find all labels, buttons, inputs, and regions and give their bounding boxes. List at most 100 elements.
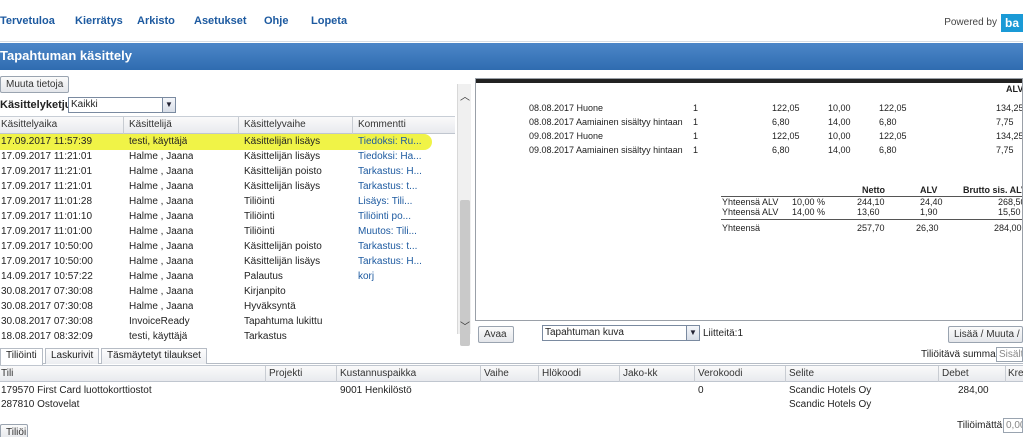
doc-line-cell: 08.08.2017 Aamiainen sisältyy hintaan: [529, 117, 683, 127]
row-phase: Tapahtuma lukittu: [244, 316, 323, 327]
row-comment[interactable]: korj: [358, 271, 456, 282]
history-row[interactable]: 17.09.2017 11:01:00 Halme , Jaana Tiliöint…: [0, 225, 455, 240]
totals-header-netto: Netto: [862, 185, 885, 195]
col-header-project[interactable]: Projekti: [269, 368, 302, 379]
col-header-comment[interactable]: Kommentti: [358, 119, 406, 130]
history-row[interactable]: 17.09.2017 11:21:01 Halme , Jaana Käsittel…: [0, 150, 455, 165]
nav-ohje[interactable]: Ohje: [264, 15, 288, 27]
row-handler: Halme , Jaana: [129, 286, 194, 297]
chevron-down-icon[interactable]: ▼: [686, 326, 699, 340]
vat-row-cell: Yhteensä ALV: [722, 207, 779, 217]
vat-row-cell: Yhteensä ALV: [722, 197, 779, 207]
row-phase: Käsittelijän lisäys: [244, 136, 321, 147]
posting-cell: 179570 First Card luottokorttiostot: [1, 385, 152, 396]
col-header-time[interactable]: Käsittelyaika: [1, 119, 57, 130]
col-header-tax-code[interactable]: Verokoodi: [698, 368, 742, 379]
row-handler: Halme , Jaana: [129, 226, 194, 237]
row-comment[interactable]: Tarkastus: t...: [358, 181, 456, 192]
unposted-input[interactable]: 0,00: [1003, 418, 1023, 433]
history-grid-header: Käsittelyaika Käsittelijä Käsittelyvaihe…: [0, 117, 455, 134]
posting-cell: 0: [698, 385, 704, 396]
row-time: 17.09.2017 11:01:10: [1, 211, 93, 222]
page-title-bar: Tapahtuman käsittely: [0, 43, 1023, 70]
row-handler: testi, käyttäjä: [129, 136, 188, 147]
nav-arkisto[interactable]: Arkisto: [137, 15, 175, 27]
history-row[interactable]: 17.09.2017 10:50:00 Halme , Jaana Käsittel…: [0, 255, 455, 270]
history-row[interactable]: 17.09.2017 10:50:00 Halme , Jaana Käsittel…: [0, 240, 455, 255]
history-row[interactable]: 14.09.2017 10:57:22 Halme , Jaana Palautus…: [0, 270, 455, 285]
col-header-phase[interactable]: Vaihe: [484, 368, 509, 379]
row-comment[interactable]: Muutos: Tili...: [358, 226, 456, 237]
history-row[interactable]: 17.09.2017 11:01:10 Halme , Jaana Tiliöint…: [0, 210, 455, 225]
col-header-person-code[interactable]: Hlökoodi: [542, 368, 581, 379]
history-scrollbar[interactable]: ︿ ﹀: [457, 84, 472, 346]
nav-kierratys[interactable]: Kierrätys: [75, 15, 123, 27]
row-phase: Palautus: [244, 271, 283, 282]
doc-line-cell: 6,80: [879, 117, 897, 127]
doc-header-alv: ALV: [1006, 84, 1023, 94]
col-header-handler[interactable]: Käsittelijä: [129, 119, 172, 130]
history-row[interactable]: 17.09.2017 11:21:01 Halme , Jaana Käsittel…: [0, 165, 455, 180]
row-comment[interactable]: Tiliöinti po...: [358, 211, 456, 222]
row-handler: Halme , Jaana: [129, 256, 194, 267]
tab-laskurivit[interactable]: Laskurivit: [45, 348, 100, 364]
edit-details-button[interactable]: Muuta tietoja: [0, 76, 70, 93]
col-header-phase[interactable]: Käsittelyvaihe: [244, 119, 306, 130]
chevron-up-icon[interactable]: ︿: [458, 88, 472, 103]
history-row[interactable]: 18.08.2017 08:32:09 testi, käyttäjä Tarkas…: [0, 330, 455, 345]
tab-tasmaytetyt-tilaukset[interactable]: Täsmäytetyt tilaukset: [101, 348, 207, 364]
vat-row-cell: 24,40: [920, 197, 943, 207]
row-time: 17.09.2017 10:50:00: [1, 256, 93, 267]
col-header-split-month[interactable]: Jako-kk: [623, 368, 657, 379]
row-comment[interactable]: Lisäys: Tili...: [358, 196, 456, 207]
history-row[interactable]: 30.08.2017 07:30:08 InvoiceReady Tapahtuma…: [0, 315, 455, 330]
vat-row-cell: 13,60: [857, 207, 880, 217]
row-comment[interactable]: Tarkastus: H...: [358, 166, 456, 177]
sum-input[interactable]: Sisältä: [996, 347, 1023, 362]
history-row[interactable]: 17.09.2017 11:57:39 testi, käyttäjä Käsitt…: [0, 135, 455, 150]
col-header-cost-center[interactable]: Kustannuspaikka: [340, 368, 416, 379]
vat-row-cell: 1,90: [920, 207, 938, 217]
row-handler: Halme , Jaana: [129, 211, 194, 222]
history-row[interactable]: 30.08.2017 07:30:08 Halme , Jaana Kirjanpi…: [0, 285, 455, 300]
col-header-debit[interactable]: Debet: [942, 368, 969, 379]
row-phase: Käsittelijän poisto: [244, 241, 322, 252]
row-phase: Kirjanpito: [244, 286, 286, 297]
history-row[interactable]: 17.09.2017 11:21:01 Halme , Jaana Käsittel…: [0, 180, 455, 195]
nav-lopeta[interactable]: Lopeta: [311, 15, 347, 27]
doc-line-cell: 1: [693, 117, 699, 127]
nav-asetukset[interactable]: Asetukset: [194, 15, 247, 27]
vat-row-cell: 244,10: [857, 197, 885, 207]
nav-tervetuloa[interactable]: Tervetuloa: [0, 15, 55, 27]
post-button[interactable]: Tiliöi: [0, 424, 28, 437]
row-time: 30.08.2017 07:30:08: [1, 316, 93, 327]
history-row[interactable]: 17.09.2017 11:01:28 Halme , Jaana Tiliöint…: [0, 195, 455, 210]
doc-line-cell: 1: [693, 131, 699, 141]
open-document-button[interactable]: Avaa: [478, 326, 514, 343]
document-view-select-value: Tapahtuman kuva: [545, 327, 624, 338]
posting-row[interactable]: 287810 Ostovelat Scandic Hotels Oy: [0, 398, 1023, 412]
add-modify-button[interactable]: Lisää / Muuta / S: [948, 326, 1023, 343]
doc-line-cell: 122,05: [879, 103, 907, 113]
chain-select[interactable]: Kaikki ▼: [68, 97, 176, 113]
posting-cell: Scandic Hotels Oy: [789, 399, 872, 410]
col-header-account[interactable]: Tili: [1, 368, 13, 379]
history-row[interactable]: 30.08.2017 07:30:08 Halme , Jaana Hyväksyn…: [0, 300, 455, 315]
chevron-down-icon[interactable]: ▼: [162, 98, 175, 112]
doc-line-cell: 134,25: [996, 131, 1023, 141]
doc-line-cell: 10,00: [828, 131, 851, 141]
document-view-select[interactable]: Tapahtuman kuva ▼: [542, 325, 700, 341]
row-handler: Halme , Jaana: [129, 271, 194, 282]
doc-line-cell: 09.08.2017 Aamiainen sisältyy hintaan: [529, 145, 683, 155]
row-comment[interactable]: Tiedoksi: Ha...: [358, 151, 456, 162]
posting-row[interactable]: 179570 First Card luottokorttiostot 9001 …: [0, 384, 1023, 398]
row-comment[interactable]: Tarkastus: H...: [358, 256, 456, 267]
col-header-credit[interactable]: Kre: [1008, 368, 1023, 379]
chevron-down-icon[interactable]: ﹀: [458, 318, 472, 333]
tab-tilioinit[interactable]: Tiliöinti: [0, 348, 43, 365]
doc-line-cell: 134,25: [996, 103, 1023, 113]
row-phase: Käsittelijän lisäys: [244, 256, 321, 267]
row-comment[interactable]: Tarkastus: t...: [358, 241, 456, 252]
row-comment[interactable]: Tiedoksi: Ru...: [358, 136, 456, 147]
col-header-description[interactable]: Selite: [789, 368, 814, 379]
